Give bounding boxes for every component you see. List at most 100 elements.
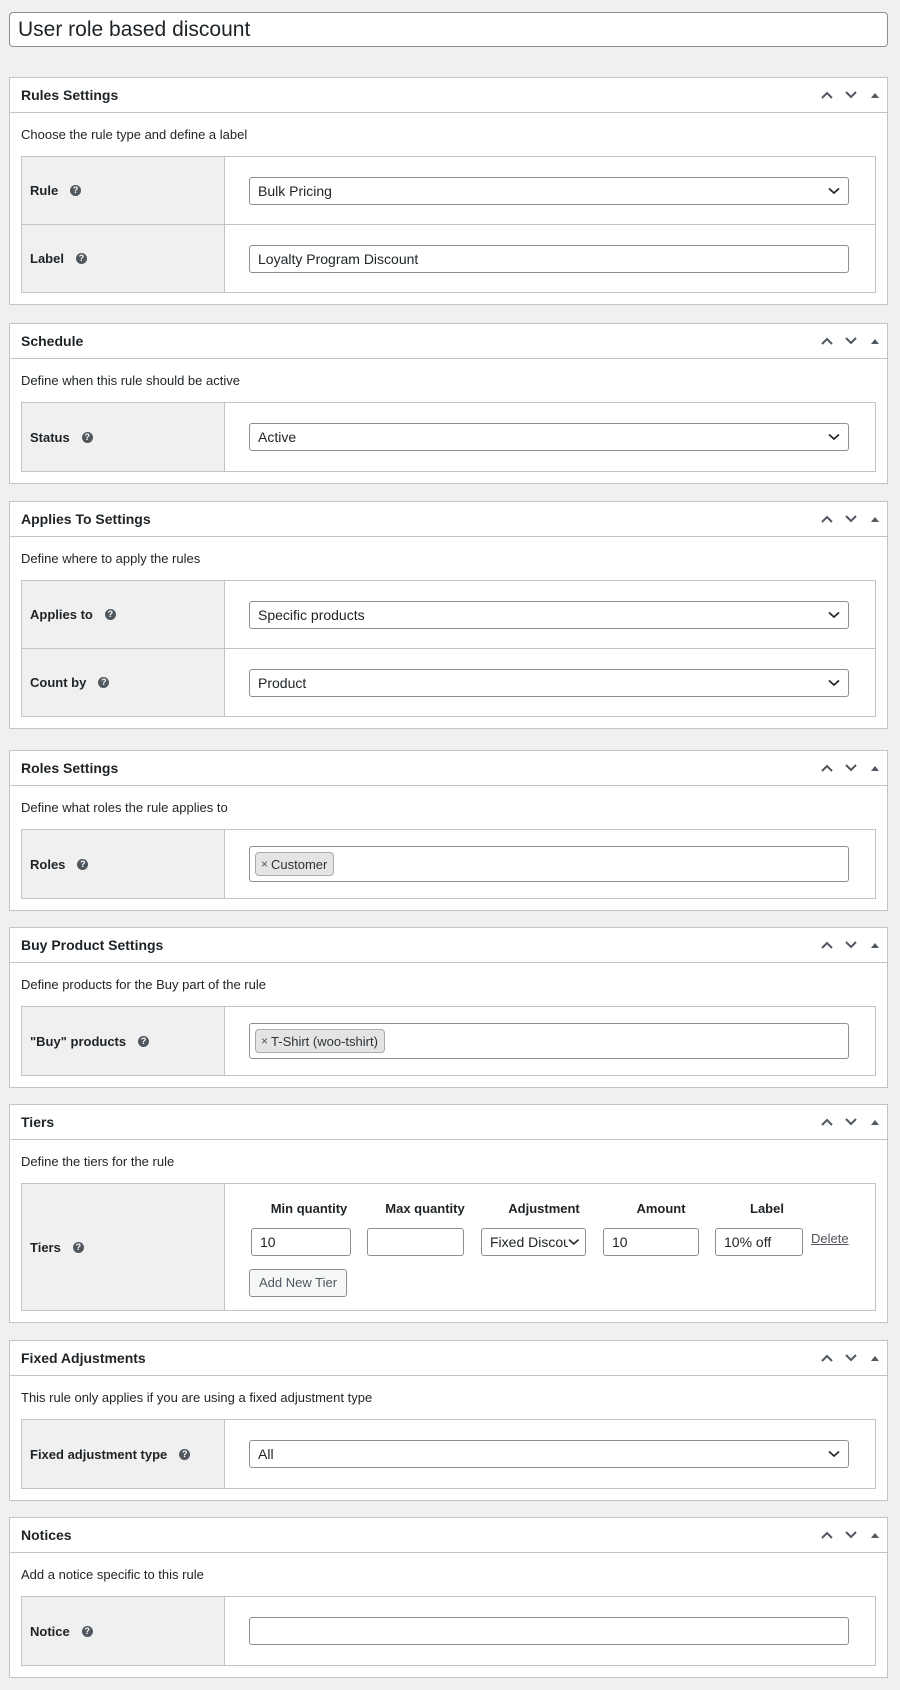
move-up-button[interactable] <box>815 78 839 113</box>
fixed-type-row: Fixed adjustment type? All <box>22 1420 875 1488</box>
min-quantity-input[interactable]: 10 <box>251 1227 351 1256</box>
toggle-panel-button[interactable] <box>863 1341 887 1376</box>
help-icon[interactable]: ? <box>72 1241 84 1253</box>
move-up-button[interactable] <box>815 1105 839 1140</box>
remove-tag-button[interactable]: × <box>261 1034 268 1048</box>
triangle-up-icon <box>871 517 879 522</box>
help-icon[interactable]: ? <box>70 185 82 196</box>
delete-tier-link[interactable]: Delete <box>811 1231 849 1246</box>
move-down-button[interactable] <box>839 1341 863 1376</box>
settings-table: "Buy" products? × T-Shirt (woo-tshirt) <box>21 1006 876 1076</box>
settings-table: Status? Active <box>21 402 876 472</box>
roles-label-text: Roles <box>30 856 66 872</box>
help-icon[interactable]: ? <box>104 609 116 620</box>
box-description: Define products for the Buy part of the … <box>21 977 266 992</box>
move-down-button[interactable] <box>839 751 863 786</box>
notice-field <box>225 1597 875 1665</box>
roles-field: × Customer <box>225 830 875 898</box>
box-description: Choose the rule type and define a label <box>21 127 248 142</box>
toggle-panel-button[interactable] <box>863 502 887 537</box>
amount-input[interactable]: 10 <box>603 1227 699 1256</box>
help-icon[interactable]: ? <box>138 1035 150 1047</box>
triangle-up-icon <box>871 1120 879 1125</box>
move-down-button[interactable] <box>839 78 863 113</box>
box-title: Applies To Settings <box>21 511 151 527</box>
tier-row: 10 Fixed Discou 10 10% off Delete <box>249 1227 875 1256</box>
buy-products-multiselect[interactable]: × T-Shirt (woo-tshirt) <box>249 1023 849 1059</box>
fixed-type-select[interactable]: All <box>249 1440 849 1468</box>
settings-table: Roles? × Customer <box>21 829 876 899</box>
chevron-up-icon <box>821 1531 833 1539</box>
roles-multiselect[interactable]: × Customer <box>249 846 849 882</box>
label-input[interactable]: Loyalty Program Discount <box>249 244 849 273</box>
post-title-input[interactable]: User role based discount <box>9 12 888 47</box>
add-new-tier-button[interactable]: Add New Tier <box>249 1268 348 1297</box>
max-quantity-input[interactable] <box>367 1227 464 1256</box>
toggle-panel-button[interactable] <box>863 1105 887 1140</box>
label-label-text: Label <box>30 251 64 266</box>
roles-label: Roles? <box>22 830 225 898</box>
settings-table: Tiers? Min quantity Max quantity Adjustm… <box>21 1183 876 1311</box>
chevron-down-icon <box>845 941 857 949</box>
help-icon[interactable]: ? <box>81 431 93 443</box>
move-down-button[interactable] <box>839 1518 863 1553</box>
toggle-panel-button[interactable] <box>863 78 887 113</box>
fixed-type-label-text: Fixed adjustment type <box>30 1446 168 1462</box>
product-tag: × T-Shirt (woo-tshirt) <box>255 1029 385 1053</box>
box-actions <box>815 324 887 359</box>
box-description: Add a notice specific to this rule <box>21 1567 204 1582</box>
status-select[interactable]: Active <box>249 423 849 451</box>
toggle-panel-button[interactable] <box>863 1518 887 1553</box>
help-icon[interactable]: ? <box>77 858 89 870</box>
box-title: Buy Product Settings <box>21 937 164 953</box>
move-down-button[interactable] <box>839 324 863 359</box>
fixed-type-select-value: All <box>258 1446 274 1462</box>
roles-row: Roles? × Customer <box>22 830 875 898</box>
rule-label: Rule? <box>22 157 225 224</box>
move-up-button[interactable] <box>815 751 839 786</box>
product-tag-label: T-Shirt (woo-tshirt) <box>271 1033 378 1049</box>
remove-tag-button[interactable]: × <box>261 857 268 871</box>
help-icon[interactable]: ? <box>98 677 110 688</box>
box-header: Roles Settings <box>10 751 887 786</box>
toggle-panel-button[interactable] <box>863 324 887 359</box>
count-by-select-value: Product <box>258 674 307 691</box>
box-title: Schedule <box>21 333 84 349</box>
schedule-box: Schedule Define when this rule should be… <box>9 323 888 484</box>
help-icon[interactable]: ? <box>81 1625 93 1637</box>
box-description: Define the tiers for the rule <box>21 1154 175 1169</box>
notice-row: Notice? <box>22 1597 875 1665</box>
count-by-select[interactable]: Product <box>249 668 849 697</box>
box-description: Define what roles the rule applies to <box>21 800 228 815</box>
move-down-button[interactable] <box>839 502 863 537</box>
move-up-button[interactable] <box>815 1518 839 1553</box>
rule-select[interactable]: Bulk Pricing <box>249 176 849 205</box>
help-icon[interactable]: ? <box>179 1448 191 1460</box>
help-icon[interactable]: ? <box>75 253 87 264</box>
count-by-field: Product <box>225 649 875 716</box>
chevron-down-icon <box>828 1450 840 1458</box>
move-up-button[interactable] <box>815 502 839 537</box>
tier-label-input[interactable]: 10% off <box>715 1227 803 1256</box>
move-up-button[interactable] <box>815 1341 839 1376</box>
rules-settings-box: Rules Settings Choose the rule type and … <box>9 77 888 305</box>
fixed-type-field: All <box>225 1420 875 1488</box>
applies-field: Specific products <box>225 581 875 648</box>
box-actions <box>815 751 887 786</box>
adjustment-select[interactable]: Fixed Discou <box>481 1227 586 1256</box>
chevron-up-icon <box>821 515 833 523</box>
toggle-panel-button[interactable] <box>863 928 887 963</box>
applies-label-text: Applies to <box>30 607 93 622</box>
applies-select[interactable]: Specific products <box>249 600 849 629</box>
box-title: Notices <box>21 1527 72 1543</box>
move-down-button[interactable] <box>839 1105 863 1140</box>
notice-input[interactable] <box>249 1617 849 1645</box>
chevron-up-icon <box>821 337 833 345</box>
toggle-panel-button[interactable] <box>863 751 887 786</box>
move-up-button[interactable] <box>815 324 839 359</box>
chevron-down-icon <box>845 1118 857 1126</box>
move-up-button[interactable] <box>815 928 839 963</box>
box-header: Applies To Settings <box>10 502 887 537</box>
move-down-button[interactable] <box>839 928 863 963</box>
chevron-down-icon <box>828 679 840 686</box>
